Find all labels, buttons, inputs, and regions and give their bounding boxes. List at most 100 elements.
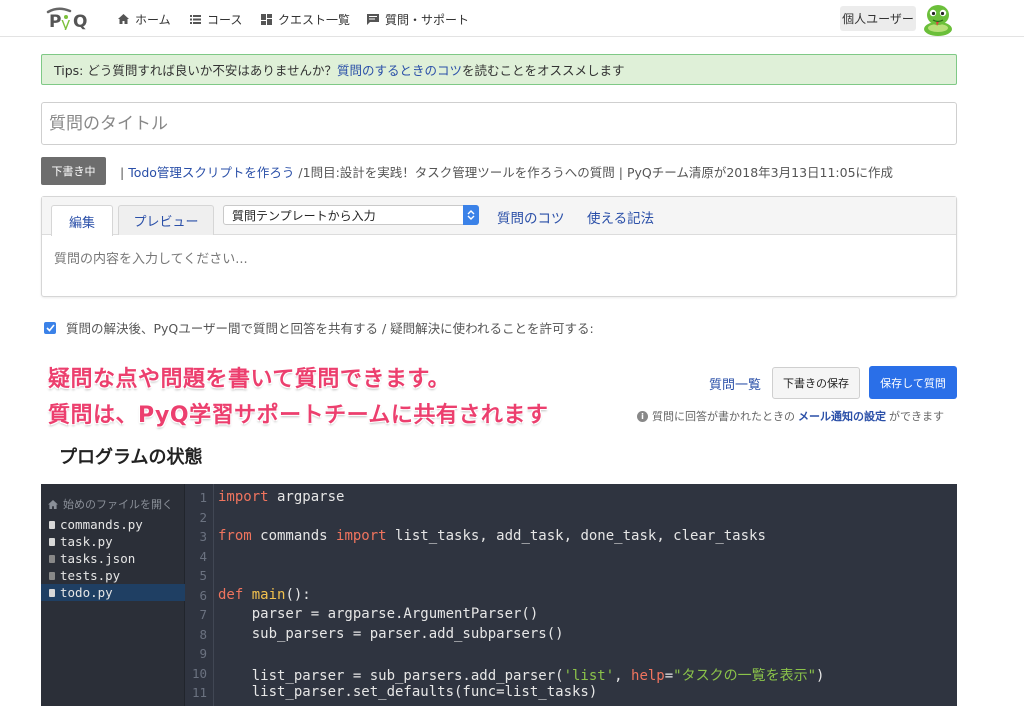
annotation-line-2: 質問は、PyQ学習サポートチームに共有されます xyxy=(48,403,549,428)
home-icon xyxy=(118,14,129,24)
syntax-help-link[interactable]: 使える記法 xyxy=(587,207,654,227)
nav-home-label: ホーム xyxy=(135,12,171,27)
file-tree-header[interactable]: 始めのファイルを開く xyxy=(41,484,184,512)
code-line: import argparse xyxy=(218,489,344,505)
info-icon: i xyxy=(637,410,648,422)
line-number: 10 xyxy=(191,666,207,681)
code-line: list_parser.set_defaults(func=list_tasks… xyxy=(218,684,598,700)
nav-support-label: 質問・サポート xyxy=(385,12,470,27)
line-number: 6 xyxy=(199,588,207,603)
code-token: help xyxy=(631,668,665,684)
file-icon xyxy=(49,554,55,563)
tab-preview[interactable]: プレビュー xyxy=(118,205,214,235)
select-arrows-icon xyxy=(463,205,479,225)
code-token: import xyxy=(218,489,269,505)
file-name: commands.py xyxy=(60,517,143,532)
file-item[interactable]: commands.py xyxy=(41,516,185,533)
tab-edit[interactable]: 編集 xyxy=(51,205,113,236)
line-number: 7 xyxy=(199,607,207,622)
save-draft-button[interactable]: 下書きの保存 xyxy=(772,367,860,399)
home-icon xyxy=(48,499,58,509)
file-tree: 始めのファイルを開く commands.py task.py tasks.jso… xyxy=(41,484,185,706)
code-line: def main(): xyxy=(218,587,311,603)
code-token: "タスクの一覧を表示" xyxy=(673,668,817,684)
code-token: main xyxy=(243,587,286,603)
code-line: sub_parsers = parser.add_subparsers() xyxy=(218,626,564,642)
nav-quests-label: クエスト一覧 xyxy=(278,12,351,27)
template-select[interactable]: 質問テンプレートから入力 xyxy=(223,205,479,225)
file-tree-header-label: 始めのファイルを開く xyxy=(63,498,173,511)
file-name: tests.py xyxy=(60,568,121,583)
file-icon xyxy=(49,537,55,546)
line-number-gutter: 1 2 3 4 5 6 7 8 9 10 11 xyxy=(185,484,214,706)
template-select-value: 質問テンプレートから入力 xyxy=(232,208,376,223)
list-icon xyxy=(190,14,201,24)
code-token: , xyxy=(614,668,632,684)
code-editor[interactable]: 1 2 3 4 5 6 7 8 9 10 11 import argparse … xyxy=(185,484,957,706)
program-state-heading: プログラムの状態 xyxy=(59,447,203,468)
code-token: 'list' xyxy=(563,668,615,684)
line-number: 5 xyxy=(199,568,207,583)
draft-separator: | xyxy=(120,165,129,180)
code-token: commands xyxy=(251,528,337,544)
line-number: 8 xyxy=(199,627,207,642)
code-token: list_tasks, add_task, done_task, clear_t… xyxy=(386,528,766,544)
nav-support[interactable]: 質問・サポート xyxy=(367,10,469,28)
mail-notify-settings-link[interactable]: メール通知の設定 xyxy=(798,408,886,424)
code-token: def xyxy=(218,587,244,603)
notify-hint: i 質問に回答が書かれたときの メール通知の設定 ができます xyxy=(637,408,944,424)
code-viewer: 始めのファイルを開く commands.py task.py tasks.jso… xyxy=(41,484,957,706)
question-list-link[interactable]: 質問一覧 xyxy=(709,374,761,393)
tips-link[interactable]: 質問のするときのコツ xyxy=(337,60,462,79)
annotation-line-1: 疑問な点や問題を書いて質問できます。 xyxy=(48,367,451,392)
code-token: list_parser = sub_parsers.add_parser( xyxy=(218,668,564,684)
code-token: (): xyxy=(285,587,311,603)
tips-suffix: を読むことをオススメします xyxy=(462,63,625,78)
dashboard-icon xyxy=(261,13,272,25)
draft-status-badge: 下書き中 xyxy=(41,157,106,185)
code-line: list_parser = sub_parsers.add_parser('li… xyxy=(218,665,825,685)
line-number: 1 xyxy=(199,490,207,505)
draft-context: | Todo管理スクリプトを作ろう /1問目:設計を実践！タスク管理ツールを作ろ… xyxy=(120,162,893,181)
code-token: argparse xyxy=(268,489,345,505)
file-item[interactable]: tasks.json xyxy=(41,550,185,567)
svg-text:Q: Q xyxy=(73,12,87,30)
chat-icon xyxy=(367,13,379,25)
snake-mascot-avatar[interactable] xyxy=(920,1,956,37)
user-menu-button[interactable]: 個人ユーザー xyxy=(840,6,916,31)
notify-prefix: 質問に回答が書かれたときの xyxy=(652,410,795,423)
code-token: from xyxy=(218,528,252,544)
file-item-active[interactable]: todo.py xyxy=(41,584,185,601)
nav-course[interactable]: コース xyxy=(190,10,242,28)
svg-text:P: P xyxy=(49,12,61,30)
file-icon xyxy=(49,571,55,580)
file-item[interactable]: task.py xyxy=(41,533,185,550)
share-checkbox[interactable] xyxy=(44,321,56,334)
line-number: 3 xyxy=(199,529,207,544)
pyq-logo[interactable]: P y Q xyxy=(46,6,100,30)
file-icon xyxy=(49,588,55,597)
file-name: task.py xyxy=(60,534,113,549)
line-number: 2 xyxy=(199,510,207,525)
code-token: import xyxy=(336,528,387,544)
question-tips-link[interactable]: 質問のコツ xyxy=(497,207,565,227)
file-name: tasks.json xyxy=(60,551,136,566)
question-body-textarea[interactable]: 質問の内容を入力してください... xyxy=(42,235,956,280)
file-item[interactable]: tests.py xyxy=(41,567,185,584)
course-link[interactable]: Todo管理スクリプトを作ろう xyxy=(128,165,294,180)
file-name: todo.py xyxy=(60,585,113,600)
share-checkbox-label: 質問の解決後、PyQユーザー間で質問と回答を共有する / 疑問解決に使われること… xyxy=(66,321,594,336)
nav-quests[interactable]: クエスト一覧 xyxy=(261,10,350,28)
code-token: = xyxy=(664,668,674,684)
save-and-ask-button[interactable]: 保存して質問 xyxy=(869,366,957,399)
share-permission-row: 質問の解決後、PyQユーザー間で質問と回答を共有する / 疑問解決に使われること… xyxy=(44,318,594,337)
check-icon xyxy=(45,323,55,332)
nav-home[interactable]: ホーム xyxy=(118,10,171,28)
question-title-input[interactable] xyxy=(41,102,957,145)
editor-toolbar: 編集 プレビュー 質問テンプレートから入力 質問のコツ 使える記法 xyxy=(42,197,956,236)
tips-prefix: Tips: どう質問すれば良いか不安はありませんか？ xyxy=(54,63,337,78)
code-token: ) xyxy=(816,668,825,684)
file-icon xyxy=(49,520,55,529)
line-number: 9 xyxy=(199,646,207,661)
notify-suffix: ができます xyxy=(889,410,944,423)
